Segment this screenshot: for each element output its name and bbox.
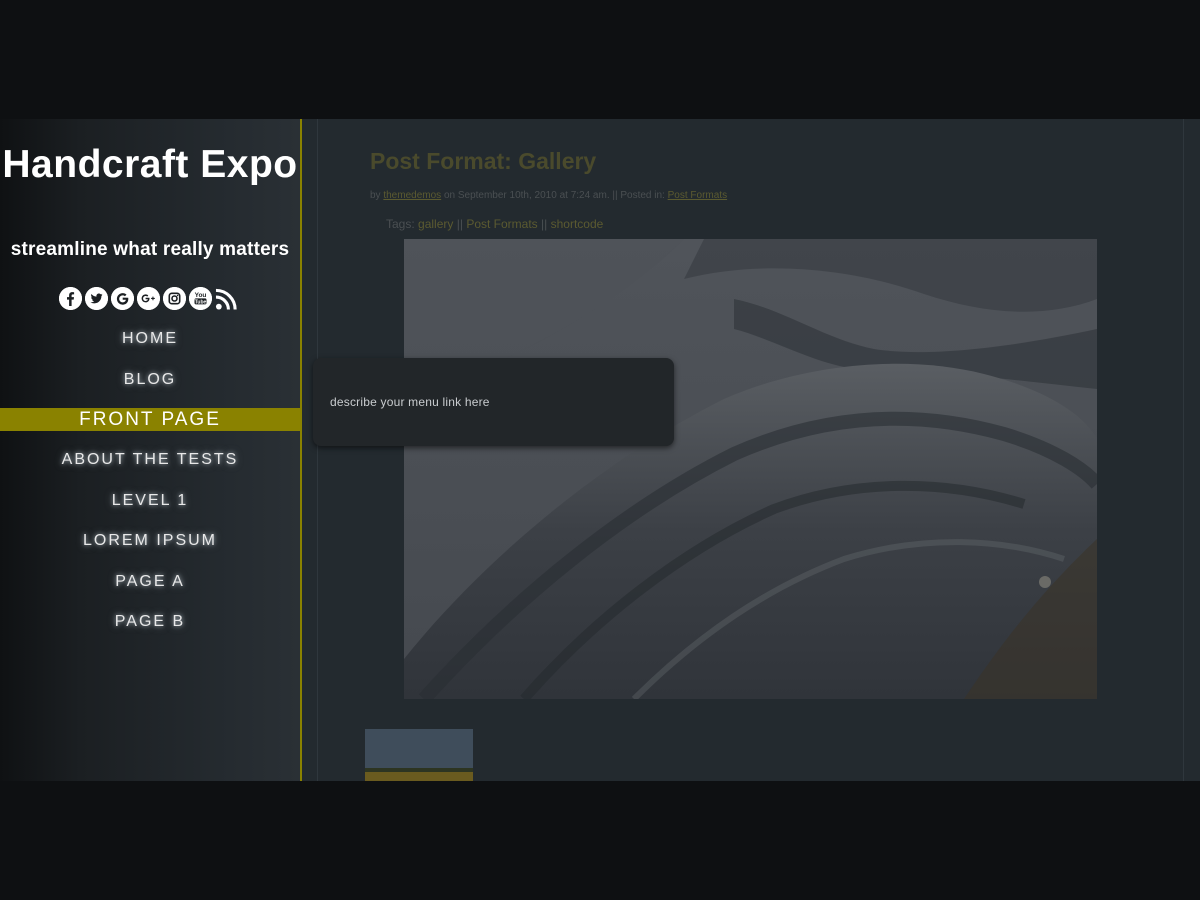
nav-item-page-a[interactable]: PAGE A	[0, 561, 300, 601]
nav-item-page-b[interactable]: PAGE B	[0, 602, 300, 642]
tag-separator: ||	[456, 217, 463, 231]
tag-link[interactable]: Post Formats	[466, 217, 537, 231]
nav-item-about-the-tests[interactable]: ABOUT THE TESTS	[0, 440, 300, 480]
twitter-icon[interactable]	[85, 287, 108, 310]
youtube-icon[interactable]: You Tube	[189, 287, 212, 310]
site-tagline: streamline what really matters	[10, 239, 290, 260]
page-container: Handcraft Expo streamline what really ma…	[0, 119, 1200, 781]
tag-link[interactable]: gallery	[418, 217, 453, 231]
sidebar-divider	[300, 119, 302, 781]
svg-text:Tube: Tube	[195, 299, 207, 305]
gallery-thumbnail[interactable]	[365, 729, 473, 781]
nav-item-level-1[interactable]: LEVEL 1	[0, 481, 300, 521]
rss-icon[interactable]	[215, 287, 238, 310]
content-divider-right	[1183, 119, 1184, 781]
post-meta-by: by	[370, 190, 381, 201]
nav-item-home[interactable]: HOME	[0, 319, 300, 359]
post-meta: by themedemos on September 10th, 2010 at…	[370, 190, 727, 201]
tags-label: Tags:	[386, 217, 415, 231]
post-title[interactable]: Post Format: Gallery	[370, 148, 596, 175]
post-category-link[interactable]: Post Formats	[668, 190, 727, 201]
instagram-icon[interactable]	[163, 287, 186, 310]
tag-separator: ||	[541, 217, 548, 231]
post-tags: Tags: gallery || Post Formats || shortco…	[386, 217, 603, 231]
tag-link[interactable]: shortcode	[551, 217, 604, 231]
menu-tooltip: describe your menu link here	[313, 358, 674, 446]
facebook-icon[interactable]	[59, 287, 82, 310]
content-divider-left	[317, 119, 318, 781]
site-title[interactable]: Handcraft Expo	[0, 141, 300, 188]
google-icon[interactable]	[111, 287, 134, 310]
main-nav: HOME BLOG FRONT PAGE ABOUT THE TESTS LEV…	[0, 319, 300, 642]
nav-item-front-page[interactable]: FRONT PAGE	[0, 408, 300, 432]
post-author-link[interactable]: themedemos	[383, 190, 441, 201]
sidebar: Handcraft Expo streamline what really ma…	[0, 119, 300, 781]
nav-item-blog[interactable]: BLOG	[0, 359, 300, 399]
google-plus-icon[interactable]	[137, 287, 160, 310]
social-icons: You Tube	[59, 287, 238, 313]
svg-text:You: You	[195, 292, 207, 299]
gallery-main-image[interactable]	[404, 239, 1097, 699]
nav-item-lorem-ipsum[interactable]: LOREM IPSUM	[0, 521, 300, 561]
post-meta-date: on September 10th, 2010 at 7:24 am. || P…	[443, 190, 665, 201]
